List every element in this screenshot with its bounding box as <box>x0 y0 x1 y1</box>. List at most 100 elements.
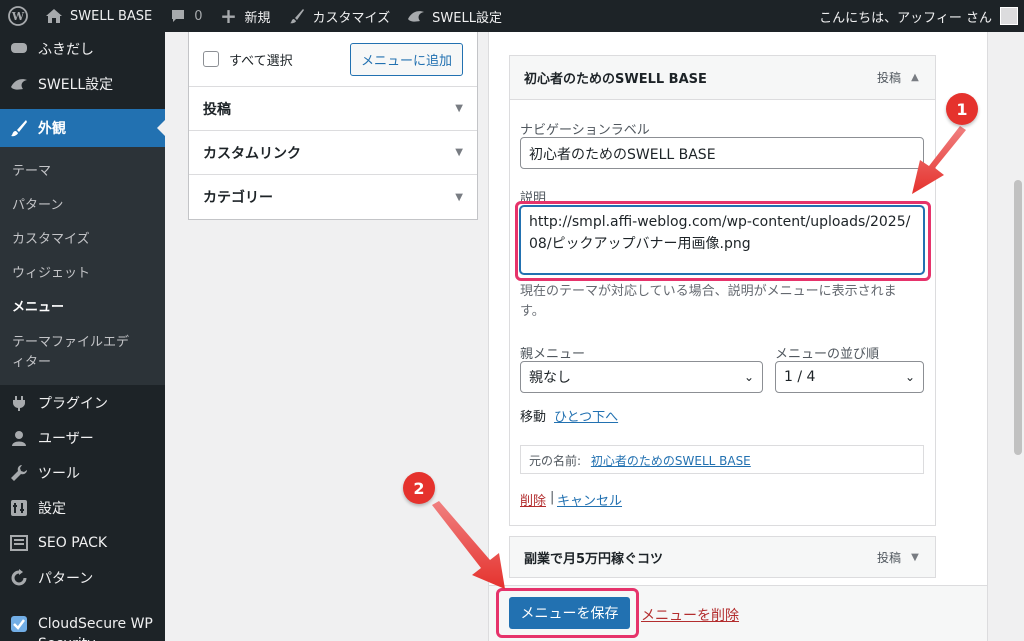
delete-link[interactable]: 削除 <box>520 490 546 509</box>
sidebar-item-fukidashi[interactable]: ふきだし <box>0 32 165 66</box>
original-name-link[interactable]: 初心者のためのSWELL BASE <box>591 454 751 468</box>
swell-icon <box>8 74 30 94</box>
menu-order-value: 1 / 4 <box>784 369 816 385</box>
my-account[interactable]: こんにちは、アッフィー さん <box>819 0 1024 32</box>
sidebar-item-label: プラグイン <box>38 395 108 412</box>
customize-link[interactable]: カスタマイズ <box>279 0 399 32</box>
sidebar-item-label: SEO PACK <box>38 534 108 551</box>
select-all-label: すべて選択 <box>229 53 293 69</box>
menu-item-title: 初心者のためのSWELL BASE <box>524 72 707 87</box>
link-separator: | <box>550 490 555 505</box>
sidebar-item-label: SWELL設定 <box>38 76 114 93</box>
submenu-item-patterns[interactable]: パターン <box>0 186 165 220</box>
settings-icon <box>8 498 30 518</box>
accordion-custom-links[interactable]: カスタムリンク ▼ <box>189 131 477 175</box>
triangle-up-icon[interactable]: ▲ <box>909 72 921 83</box>
parent-menu-caption: 親メニュー <box>520 347 586 362</box>
accordion-posts[interactable]: 投稿 ▼ <box>189 87 477 131</box>
sidebar-item-users[interactable]: ユーザー <box>0 420 165 455</box>
menu-order-select[interactable]: 1 / 4 ⌄ <box>775 361 924 393</box>
swell-icon <box>406 6 426 26</box>
move-caption: 移動 <box>520 410 547 425</box>
sidebar-item-cloudsecure[interactable]: CloudSecure WP Security <box>0 609 165 641</box>
admin-bar: W SWELL BASE 0 + 新規 カスタマイズ SWELL設定 こんにちは… <box>0 0 1024 32</box>
comment-count: 0 <box>194 8 203 24</box>
plus-icon: + <box>220 4 237 28</box>
parent-menu-select[interactable]: 親なし ⌄ <box>520 361 763 393</box>
new-label: 新規 <box>244 10 271 26</box>
accordion-title: カスタムリンク <box>203 145 301 162</box>
select-all-checkbox[interactable] <box>203 51 219 67</box>
menu-item-type: 投稿 <box>876 550 901 565</box>
highlight-save-button <box>496 588 639 638</box>
new-content-link[interactable]: + 新規 <box>211 0 279 32</box>
greeting: こんにちは、アッフィー さん <box>819 10 992 26</box>
submenu-item-customize[interactable]: カスタマイズ <box>0 220 165 254</box>
triangle-down-icon[interactable]: ▼ <box>909 552 921 563</box>
site-name-link[interactable]: SWELL BASE <box>36 0 160 32</box>
menu-item-collapsed: 副業で月5万円稼ぐコツ 投稿 ▼ <box>509 536 936 578</box>
description-help: 現在のテーマが対応している場合、説明がメニューに表示されます。 <box>520 284 897 319</box>
original-name-caption: 元の名前: <box>529 454 582 468</box>
menu-item-handle[interactable]: 副業で月5万円稼ぐコツ 投稿 ▼ <box>510 537 935 577</box>
add-menu-items-panel: すべて選択 メニューに追加 投稿 ▼ カスタムリンク ▼ カテゴリー ▼ <box>188 32 478 220</box>
chevron-down-icon: ⌄ <box>743 370 754 384</box>
swell-settings-label: SWELL設定 <box>432 10 502 26</box>
sidebar-item-label: ツール <box>38 465 80 482</box>
triangle-down-icon: ▼ <box>455 191 463 203</box>
swell-settings-link[interactable]: SWELL設定 <box>398 0 510 32</box>
sidebar-item-appearance[interactable]: 外観 <box>0 109 165 147</box>
chevron-down-icon: ⌄ <box>904 370 915 384</box>
paintbrush-icon <box>287 6 307 26</box>
main-content: すべて選択 メニューに追加 投稿 ▼ カスタムリンク ▼ カテゴリー ▼ 初心者… <box>165 32 1024 641</box>
wordpress-logo[interactable]: W <box>0 0 36 32</box>
menu-order-caption: メニューの並び順 <box>775 347 880 362</box>
step-badge-1: 1 <box>946 93 978 125</box>
sidebar-item-label: ユーザー <box>38 430 94 447</box>
plugin-icon <box>8 393 30 413</box>
sidebar-item-label: CloudSecure WP Security <box>38 616 153 641</box>
wrench-icon <box>8 463 30 483</box>
shield-icon <box>8 614 30 634</box>
customize-label: カスタマイズ <box>312 10 391 26</box>
pattern-icon <box>8 568 30 588</box>
paintbrush-icon <box>8 118 30 138</box>
menu-item-type: 投稿 <box>876 71 901 85</box>
user-icon <box>8 428 30 448</box>
appearance-submenu: テーマ パターン カスタマイズ ウィジェット メニュー テーマファイルエディター <box>0 147 165 385</box>
select-all-row: すべて選択 メニューに追加 <box>189 32 477 87</box>
accordion-title: 投稿 <box>203 101 231 118</box>
sidebar-item-swell-settings[interactable]: SWELL設定 <box>0 66 165 101</box>
highlight-description <box>515 201 931 281</box>
sidebar-item-settings[interactable]: 設定 <box>0 490 165 525</box>
add-to-menu-button[interactable]: メニューに追加 <box>349 42 463 76</box>
menu-item-title: 副業で月5万円稼ぐコツ <box>524 551 664 567</box>
sidebar-item-seo-pack[interactable]: SEO PACK <box>0 525 165 560</box>
submenu-item-widgets[interactable]: ウィジェット <box>0 254 165 288</box>
move-down-link[interactable]: ひとつ下へ <box>554 406 618 425</box>
sidebar-item-plugins[interactable]: プラグイン <box>0 385 165 420</box>
accordion-categories[interactable]: カテゴリー ▼ <box>189 175 477 219</box>
delete-menu-link[interactable]: メニューを削除 <box>641 605 739 625</box>
page-scrollbar[interactable] <box>1012 32 1024 641</box>
avatar <box>1000 7 1018 25</box>
sidebar-item-label: パターン <box>38 570 94 587</box>
submenu-item-themes[interactable]: テーマ <box>0 153 165 186</box>
sidebar-item-patterns[interactable]: パターン <box>0 560 165 595</box>
accordion-title: カテゴリー <box>203 190 273 206</box>
svg-text:W: W <box>11 10 25 23</box>
menu-structure-panel: 初心者のためのSWELL BASE 投稿 ▲ ナビゲーションラベル 初心者のため… <box>488 32 988 641</box>
menu-item-handle[interactable]: 初心者のためのSWELL BASE 投稿 ▲ <box>510 56 935 100</box>
wordpress-icon: W <box>8 6 28 26</box>
sidebar-item-tools[interactable]: ツール <box>0 455 165 490</box>
nav-label-input[interactable]: 初心者のためのSWELL BASE <box>520 137 924 169</box>
nav-label-caption: ナビゲーションラベル <box>520 123 650 138</box>
submenu-item-menus[interactable]: メニュー <box>0 288 165 322</box>
speech-bubble-icon <box>8 39 30 59</box>
comments-link[interactable]: 0 <box>160 0 210 32</box>
scrollbar-thumb[interactable] <box>1014 180 1022 455</box>
triangle-down-icon: ▼ <box>455 103 463 114</box>
submenu-item-theme-file-editor[interactable]: テーマファイルエディター <box>0 322 150 379</box>
cancel-link[interactable]: キャンセル <box>557 490 622 509</box>
sidebar-item-label: 設定 <box>38 500 66 517</box>
